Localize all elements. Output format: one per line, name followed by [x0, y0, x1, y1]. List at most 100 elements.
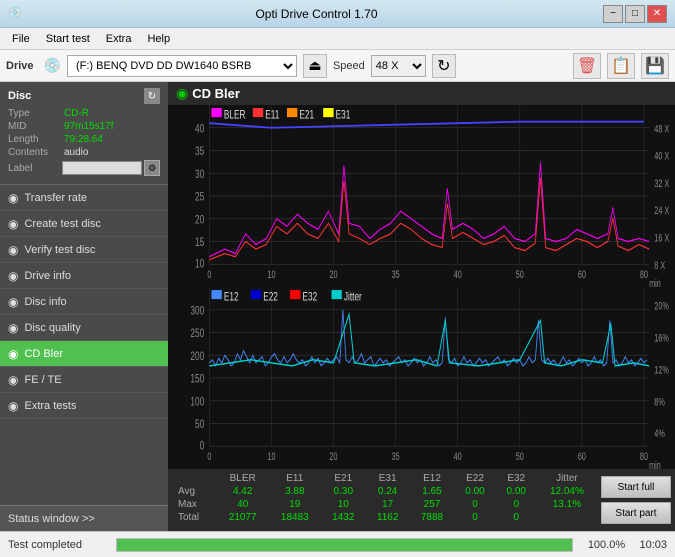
total-e32: 0 — [496, 511, 537, 524]
main-layout: Disc ↻ Type CD-R MID 97m15s17f Length 79… — [0, 82, 675, 531]
sidebar-item-create-test-disc[interactable]: ◉ Create test disc — [0, 211, 168, 237]
total-e21: 1432 — [321, 511, 366, 524]
nav-items: ◉ Transfer rate ◉ Create test disc ◉ Ver… — [0, 185, 168, 505]
menu-help[interactable]: Help — [139, 31, 178, 47]
avg-e32: 0.00 — [496, 485, 537, 498]
disc-contents-label: Contents — [8, 147, 64, 158]
content-area: ◉ CD Bler — [168, 82, 675, 531]
copy-button[interactable]: 📋 — [607, 53, 635, 79]
lower-chart: 300 250 200 150 100 50 0 20% 16% 12% 8% … — [168, 287, 675, 469]
disc-label-settings-button[interactable]: ⚙ — [144, 160, 160, 176]
menu-file[interactable]: File — [4, 31, 38, 47]
svg-text:48 X: 48 X — [654, 123, 669, 135]
max-e22: 0 — [454, 498, 495, 511]
svg-text:24 X: 24 X — [654, 205, 669, 217]
total-jitter — [537, 511, 597, 524]
chart-title-bar: ◉ CD Bler — [168, 82, 675, 105]
sidebar-item-disc-info[interactable]: ◉ Disc info — [0, 289, 168, 315]
svg-text:150: 150 — [190, 373, 204, 386]
svg-text:60: 60 — [578, 451, 586, 463]
upper-chart: 40 35 30 25 20 15 10 48 X 40 X 32 X 24 X… — [168, 105, 675, 287]
nav-label-disc-info: Disc info — [24, 296, 66, 308]
drive-label: Drive — [6, 60, 34, 72]
svg-text:30: 30 — [195, 168, 204, 181]
maximize-button[interactable]: □ — [625, 5, 645, 23]
eject-button[interactable]: ⏏ — [303, 54, 327, 78]
max-e21: 10 — [321, 498, 366, 511]
stats-max-row: Max 40 19 10 17 257 0 0 13.1% — [168, 498, 597, 511]
col-bler: BLER — [217, 472, 269, 485]
svg-text:50: 50 — [195, 419, 204, 432]
title-bar: 💿 Opti Drive Control 1.70 − □ ✕ — [0, 0, 675, 28]
upper-chart-svg: 40 35 30 25 20 15 10 48 X 40 X 32 X 24 X… — [168, 105, 675, 287]
chart-title-text: CD Bler — [192, 86, 240, 101]
disc-refresh-button[interactable]: ↻ — [144, 88, 160, 104]
max-bler: 40 — [217, 498, 269, 511]
extra-tests-icon: ◉ — [8, 399, 18, 413]
sidebar-item-extra-tests[interactable]: ◉ Extra tests — [0, 393, 168, 419]
svg-text:200: 200 — [190, 350, 204, 363]
start-full-button[interactable]: Start full — [601, 476, 671, 498]
svg-text:10: 10 — [267, 451, 275, 463]
cd-bler-icon: ◉ — [8, 347, 18, 361]
col-e22: E22 — [454, 472, 495, 485]
sidebar-item-drive-info[interactable]: ◉ Drive info — [0, 263, 168, 289]
create-test-disc-icon: ◉ — [8, 217, 18, 231]
disc-contents-value: audio — [64, 147, 88, 158]
verify-test-disc-icon: ◉ — [8, 243, 18, 257]
time-label: 10:03 — [639, 539, 667, 551]
erase-button[interactable]: 🗑 — [573, 53, 601, 79]
menu-extra[interactable]: Extra — [98, 31, 140, 47]
speed-label: Speed — [333, 60, 365, 72]
sidebar-item-cd-bler[interactable]: ◉ CD Bler — [0, 341, 168, 367]
svg-text:60: 60 — [578, 269, 586, 281]
start-part-button[interactable]: Start part — [601, 502, 671, 524]
disc-label-input[interactable] — [62, 161, 142, 175]
sidebar-item-transfer-rate[interactable]: ◉ Transfer rate — [0, 185, 168, 211]
total-label: Total — [168, 511, 217, 524]
max-e32: 0 — [496, 498, 537, 511]
svg-text:4%: 4% — [654, 428, 664, 440]
fe-te-icon: ◉ — [8, 373, 18, 387]
sidebar-item-disc-quality[interactable]: ◉ Disc quality — [0, 315, 168, 341]
total-e22: 0 — [454, 511, 495, 524]
svg-text:35: 35 — [392, 451, 400, 463]
total-e12: 7888 — [410, 511, 455, 524]
svg-text:15: 15 — [195, 237, 204, 250]
svg-text:32 X: 32 X — [654, 178, 669, 190]
drive-select[interactable]: (F:) BENQ DVD DD DW1640 BSRB — [67, 55, 297, 77]
cd-bler-title-icon: ◉ — [176, 85, 188, 102]
sidebar-item-fe-te[interactable]: ◉ FE / TE — [0, 367, 168, 393]
nav-label-verify-test-disc: Verify test disc — [24, 244, 95, 256]
drive-icon: 💿 — [44, 57, 61, 74]
progress-bar — [117, 539, 572, 551]
menu-start-test[interactable]: Start test — [38, 31, 98, 47]
max-label: Max — [168, 498, 217, 511]
avg-jitter: 12.04% — [537, 485, 597, 498]
total-e11: 18483 — [269, 511, 321, 524]
svg-text:20: 20 — [330, 451, 338, 463]
drive-info-icon: ◉ — [8, 269, 18, 283]
sidebar: Disc ↻ Type CD-R MID 97m15s17f Length 79… — [0, 82, 168, 531]
nav-label-fe-te: FE / TE — [24, 374, 61, 386]
stats-main: BLER E11 E21 E31 E12 E22 E32 Jitter — [168, 472, 597, 524]
window-controls: − □ ✕ — [603, 5, 667, 23]
minimize-button[interactable]: − — [603, 5, 623, 23]
svg-text:20: 20 — [330, 269, 338, 281]
svg-text:min: min — [649, 278, 661, 287]
speed-select[interactable]: 48 X — [371, 55, 426, 77]
nav-label-create-test-disc: Create test disc — [24, 218, 100, 230]
sidebar-item-verify-test-disc[interactable]: ◉ Verify test disc — [0, 237, 168, 263]
svg-text:8%: 8% — [654, 396, 664, 408]
svg-text:25: 25 — [195, 191, 204, 204]
max-e12: 257 — [410, 498, 455, 511]
refresh-button[interactable]: ↻ — [432, 54, 456, 78]
avg-label: Avg — [168, 485, 217, 498]
svg-text:E12: E12 — [224, 291, 239, 304]
status-window-button[interactable]: Status window >> — [0, 505, 168, 531]
close-button[interactable]: ✕ — [647, 5, 667, 23]
svg-text:16%: 16% — [654, 332, 668, 344]
save-button[interactable]: 💾 — [641, 53, 669, 79]
stats-table: BLER E11 E21 E31 E12 E22 E32 Jitter — [168, 472, 597, 524]
col-e32: E32 — [496, 472, 537, 485]
